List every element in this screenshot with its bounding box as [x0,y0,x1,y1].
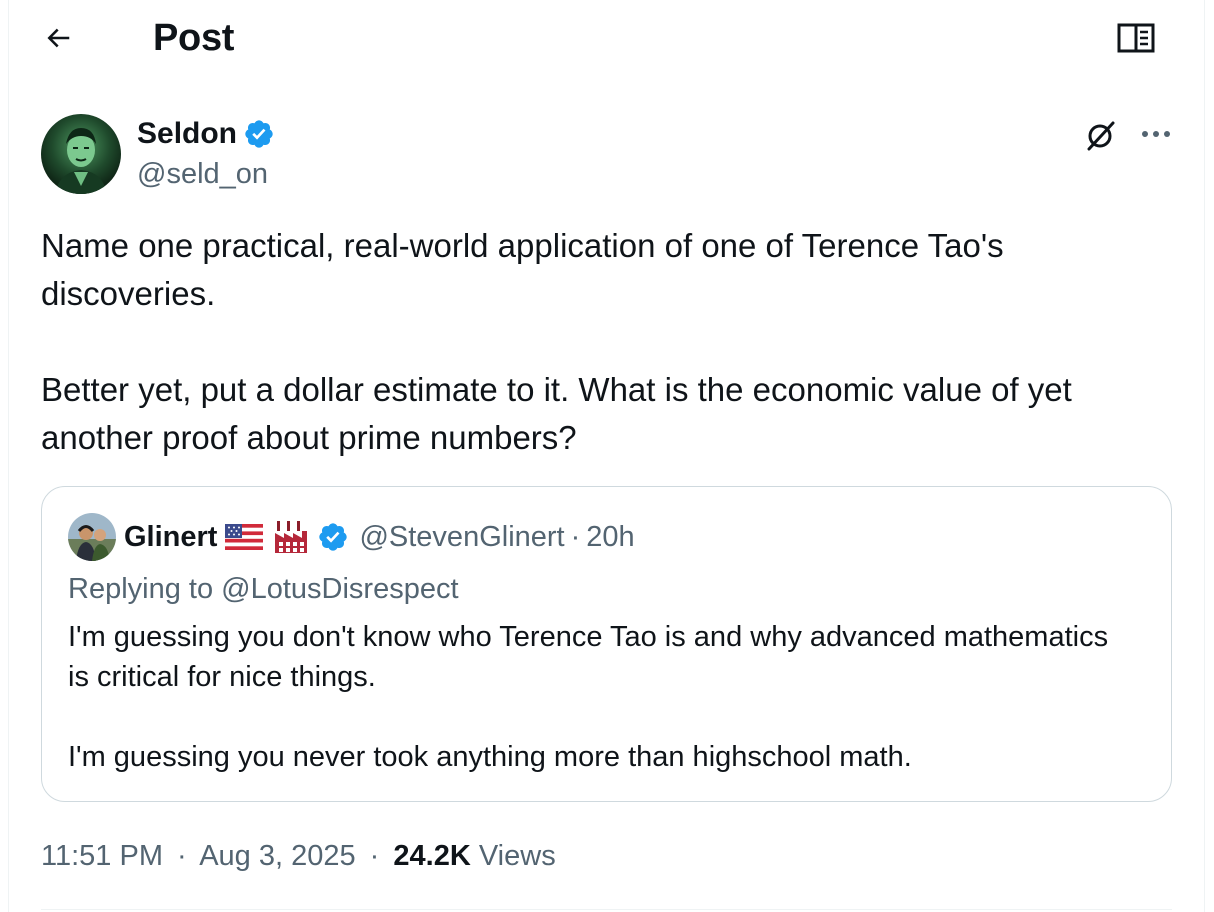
post-text: Name one practical, real-world applicati… [41,222,1171,462]
grok-button[interactable] [1078,114,1122,158]
quote-paragraph: I'm guessing you never took anything mor… [68,741,912,773]
quote-author-name[interactable]: Glinert [124,517,217,557]
replying-to-prefix: Replying to [68,573,214,605]
quote-paragraph: I'm guessing you don't know who Terence … [68,621,1109,693]
open-book-icon [1117,23,1155,53]
page-title: Post [153,17,235,59]
replying-to-mention[interactable]: @LotusDisrespect [221,573,458,605]
views-count: 24.2K [393,840,471,872]
separator-dot: · [369,840,380,872]
author-handle[interactable]: @seld_on [137,155,268,193]
back-button[interactable] [36,16,80,60]
post-paragraph: Better yet, put a dollar estimate to it.… [41,371,1072,456]
separator-dot: · [570,520,581,553]
factory-icon [273,519,309,555]
separator-dot: · [177,840,187,872]
divider [41,909,1172,910]
views-label: Views [478,840,556,872]
quote-header: Glinert @StevenGlinert · 20h [68,511,635,563]
more-horizontal-icon [1142,131,1170,137]
quote-timestamp[interactable]: 20h [586,521,634,554]
author-name[interactable]: Seldon [137,114,237,154]
replying-to: Replying to @LotusDisrespect [68,569,459,609]
reader-mode-button[interactable] [1112,16,1160,60]
quote-verified-badge-icon [317,521,349,553]
quote-author-handle[interactable]: @StevenGlinert [359,517,564,557]
quoted-post[interactable]: Glinert @StevenGlinert · 20h Replying to… [41,486,1172,802]
grok-icon [1087,121,1115,151]
post-paragraph: Name one practical, real-world applicati… [41,227,1004,312]
author-name-row: Seldon [137,114,275,154]
us-flag-icon [225,524,264,550]
more-options-button[interactable] [1134,114,1178,154]
quote-avatar[interactable] [68,513,116,561]
verified-badge-icon[interactable] [243,118,275,150]
post-time[interactable]: 11:51 PM [41,840,163,872]
post-date[interactable]: Aug 3, 2025 [199,840,355,872]
post-meta: 11:51 PM · Aug 3, 2025 · 24.2K Views [41,834,556,878]
author-avatar[interactable] [41,114,121,194]
quote-text: I'm guessing you don't know who Terence … [68,617,1128,777]
arrow-left-icon [47,28,70,48]
